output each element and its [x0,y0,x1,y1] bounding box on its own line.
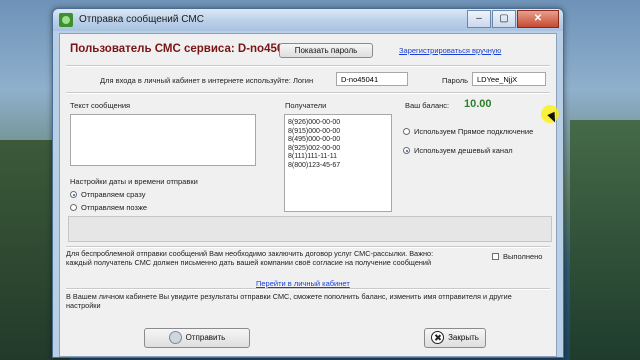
schedule-panel [68,216,552,242]
schedule-label: Настройки даты и времени отправки [70,177,198,186]
password-label: Пароль [442,76,469,85]
recipient-item: 8(926)000-00-00 [288,119,341,126]
send-now-label: Отправляем сразу [81,190,146,199]
close-icon [431,331,445,345]
recipient-item: 8(800)123-45-67 [288,161,341,169]
recipients-list[interactable]: 8(926)000-00-00 8(915)000-00-00 8(495)00… [284,114,392,212]
recipients-label: Получатели [285,101,327,110]
show-password-button[interactable]: Показать пароль [279,43,373,58]
message-label: Текст сообщения [70,101,131,110]
recipient-item: 8(925)002-00-00 [288,144,341,152]
client-area: Пользователь СМС сервиса: D-no45041 Пока… [59,33,557,357]
message-textarea[interactable] [70,114,256,166]
cheap-channel-radio[interactable] [403,147,410,154]
recipient-item: 8(111)111-11-11 [288,153,338,161]
send-button[interactable]: Отправить [144,328,250,348]
window-controls: – ▢ ✕ [466,10,559,28]
balance-value: 10.00 [464,98,492,110]
close-button-label: Закрыть [448,333,479,342]
cabinet-link[interactable]: Перейти в личный кабинет [256,279,350,288]
sms-window: Отправка сообщений СМС – ▢ ✕ Пользовател… [52,8,564,358]
send-icon [168,331,182,345]
minimize-button[interactable]: – [467,10,491,28]
done-label: Выполнено [503,252,543,261]
close-button[interactable]: Закрыть [424,328,486,348]
app-icon [59,13,73,27]
divider-cabinet [66,288,550,290]
register-link[interactable]: Зарегистрироваться вручную [399,46,501,55]
send-later-radio[interactable] [70,204,77,211]
title-bar[interactable]: Отправка сообщений СМС – ▢ ✕ [53,9,563,31]
divider-login [66,92,550,94]
login-hint: Для входа в личный кабинет в интернете и… [100,76,314,85]
user-title: Пользователь СМС сервиса: D-no45041 [70,43,297,55]
send-button-label: Отправить [185,333,226,342]
divider-top [66,65,550,67]
cabinet-info-text: В Вашем личном кабинете Вы увидите резул… [66,292,512,310]
desktop-background-right [570,120,640,360]
recipient-item: 8(915)000-00-00 [288,127,341,135]
close-window-button[interactable]: ✕ [517,10,559,28]
send-now-radio[interactable] [70,191,77,198]
cheap-channel-label: Используем дешевый канал [414,146,513,155]
balance-label: Ваш баланс: [405,101,450,110]
window-title: Отправка сообщений СМС [79,14,204,25]
done-checkbox[interactable] [492,253,499,260]
maximize-button[interactable]: ▢ [492,10,516,28]
direct-connection-label: Используем Прямое подключение [414,127,534,136]
divider-info [66,246,550,248]
password-field[interactable]: LDYee_NjjX [472,72,546,86]
recipient-item: 8(495)000-00-00 [288,136,341,144]
contract-info-text: Для беспроблемной отправки сообщений Вам… [66,249,434,267]
direct-connection-radio[interactable] [403,128,410,135]
send-later-label: Отправляем позже [81,203,148,212]
login-field[interactable]: D-no45041 [336,72,408,86]
